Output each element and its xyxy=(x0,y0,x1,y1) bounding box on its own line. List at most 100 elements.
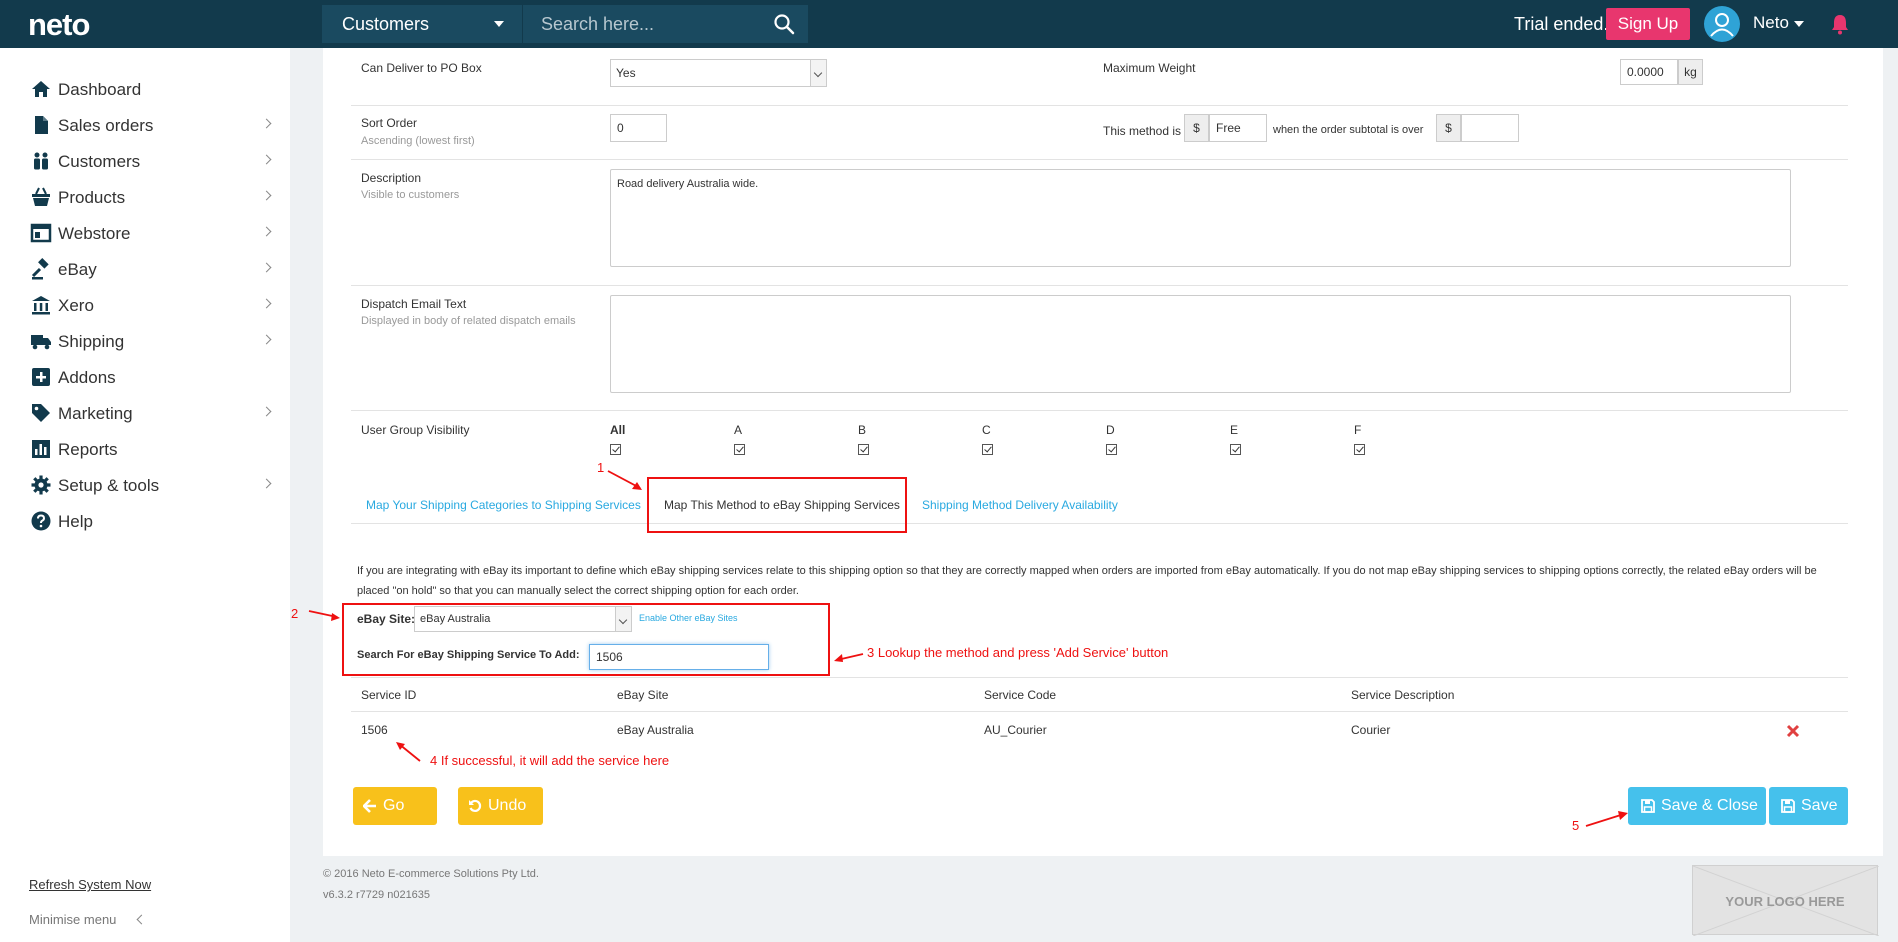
search-box xyxy=(523,5,808,43)
sidebar-item-shipping[interactable]: Shipping xyxy=(30,323,272,359)
user-group-c-label: C xyxy=(982,423,991,437)
undo-button[interactable]: Undo xyxy=(458,787,543,825)
search-input[interactable] xyxy=(541,11,761,37)
basket-icon xyxy=(32,187,50,206)
dispatch-email-sublabel: Displayed in body of related dispatch em… xyxy=(361,315,576,327)
floppy-disk-icon xyxy=(1641,799,1655,813)
minimise-menu-link[interactable]: Minimise menu xyxy=(29,912,116,927)
annotation-box-ebay-search xyxy=(342,603,830,676)
refresh-system-link[interactable]: Refresh System Now xyxy=(29,877,151,892)
sidebar-item-products[interactable]: Products xyxy=(30,179,272,215)
divider xyxy=(351,523,1848,524)
chevron-right-icon xyxy=(261,406,272,417)
user-menu-name[interactable]: Neto xyxy=(1753,13,1789,33)
sidebar-item-label: Xero xyxy=(58,296,94,315)
sidebar-item-ebay[interactable]: eBay xyxy=(30,251,272,287)
sidebar-item-sales-orders[interactable]: Sales orders xyxy=(30,107,272,143)
service-description-cell: Courier xyxy=(1351,723,1391,737)
table-header-service-code: Service Code xyxy=(984,688,1057,702)
divider xyxy=(351,711,1848,712)
ebay-info-text: If you are integrating with eBay its imp… xyxy=(357,565,1817,597)
annotation-number-2: 2 xyxy=(291,606,299,621)
user-group-b-checkbox[interactable] xyxy=(858,444,869,455)
annotation-number-5: 5 xyxy=(1572,818,1580,833)
tab-delivery-availability[interactable]: Shipping Method Delivery Availability xyxy=(922,498,1118,512)
sidebar-item-xero[interactable]: Xero xyxy=(30,287,272,323)
sidebar-item-customers[interactable]: Customers xyxy=(30,143,272,179)
user-group-f-checkbox[interactable] xyxy=(1354,444,1365,455)
sidebar-item-webstore[interactable]: Webstore xyxy=(30,215,272,251)
table-header-ebay-site: eBay Site xyxy=(617,688,669,702)
sidebar-item-dashboard[interactable]: Dashboard xyxy=(30,71,270,107)
gear-icon xyxy=(31,475,51,495)
logo-placeholder: YOUR LOGO HERE xyxy=(1692,865,1879,936)
dispatch-email-textarea[interactable] xyxy=(610,295,1791,393)
max-weight-input[interactable] xyxy=(1620,59,1678,85)
bar-chart-icon xyxy=(32,440,50,458)
sidebar-item-help[interactable]: Help xyxy=(30,503,270,539)
go-back-button[interactable]: Go Back xyxy=(353,787,437,852)
sidebar-item-label: Sales orders xyxy=(58,116,154,135)
sort-order-input[interactable] xyxy=(610,114,667,142)
user-group-b-label: B xyxy=(858,423,867,437)
description-textarea[interactable]: Road delivery Australia wide. xyxy=(610,169,1791,267)
user-group-d-label: D xyxy=(1106,423,1115,437)
save-button[interactable]: Save xyxy=(1769,787,1848,825)
delete-icon[interactable] xyxy=(1786,724,1800,738)
annotation-arrow-icon xyxy=(607,470,642,490)
go-back-label: Go Back xyxy=(383,797,419,852)
chevron-right-icon xyxy=(261,118,272,129)
method-price-input[interactable] xyxy=(1209,114,1267,142)
section-select[interactable]: Customers xyxy=(322,5,522,43)
shipping-method-form: Can Deliver to PO Box Yes Maximum Weight… xyxy=(323,48,1883,856)
sidebar: Dashboard Sales orders Customers Product… xyxy=(0,48,290,942)
sign-up-button[interactable]: Sign Up xyxy=(1606,8,1690,40)
po-box-label: Can Deliver to PO Box xyxy=(361,61,482,75)
user-group-f-label: F xyxy=(1354,423,1362,437)
user-group-a-label: A xyxy=(734,423,743,437)
divider xyxy=(351,159,1848,160)
neto-logo[interactable]: neto xyxy=(28,7,90,43)
footer-copyright: © 2016 Neto E-commerce Solutions Pty Ltd… xyxy=(323,868,539,880)
sidebar-item-label: Addons xyxy=(58,368,116,387)
sidebar-item-marketing[interactable]: Marketing xyxy=(30,395,272,431)
sidebar-item-setup-tools[interactable]: Setup & tools xyxy=(30,467,272,503)
po-box-select[interactable]: Yes xyxy=(610,59,827,87)
search-icon[interactable] xyxy=(773,13,795,35)
chevron-down-icon xyxy=(810,60,826,86)
user-avatar-icon[interactable] xyxy=(1704,6,1740,42)
chevron-down-icon[interactable] xyxy=(1794,21,1804,27)
people-icon xyxy=(34,152,48,170)
annotation-arrow-icon xyxy=(308,610,340,621)
chevron-right-icon xyxy=(261,262,272,273)
notification-bell-icon[interactable] xyxy=(1830,13,1850,35)
sidebar-item-label: Webstore xyxy=(58,224,131,243)
tab-shipping-categories[interactable]: Map Your Shipping Categories to Shipping… xyxy=(366,498,641,512)
subtotal-label: when the order subtotal is over xyxy=(1273,124,1424,136)
subtotal-input[interactable] xyxy=(1461,114,1519,142)
annotation-arrow-icon xyxy=(396,742,421,762)
user-group-all-checkbox[interactable] xyxy=(610,444,621,455)
user-group-d-checkbox[interactable] xyxy=(1106,444,1117,455)
trial-status-text: Trial ended. xyxy=(1514,14,1609,34)
table-header-service-description: Service Description xyxy=(1351,688,1455,702)
window-icon xyxy=(30,223,52,243)
sidebar-item-label: Customers xyxy=(58,152,141,171)
annotation-arrow-icon xyxy=(834,653,864,662)
sidebar-item-label: Reports xyxy=(58,440,118,459)
description-text: Road delivery Australia wide. xyxy=(617,178,759,190)
save-close-button[interactable]: Save & Close xyxy=(1628,787,1766,825)
sidebar-item-label: Marketing xyxy=(58,404,133,423)
sidebar-item-label: Shipping xyxy=(58,332,125,351)
annotation-arrow-icon xyxy=(1585,811,1628,827)
user-group-c-checkbox[interactable] xyxy=(982,444,993,455)
user-group-all-label: All xyxy=(610,423,626,437)
user-group-e-checkbox[interactable] xyxy=(1230,444,1241,455)
annotation-number-1: 1 xyxy=(597,460,605,475)
user-group-label: User Group Visibility xyxy=(361,423,470,437)
sidebar-item-label: Products xyxy=(58,188,126,207)
user-group-a-checkbox[interactable] xyxy=(734,444,745,455)
sidebar-item-reports[interactable]: Reports xyxy=(30,431,270,467)
sidebar-item-addons[interactable]: Addons xyxy=(30,359,270,395)
plus-square-icon xyxy=(32,368,50,386)
